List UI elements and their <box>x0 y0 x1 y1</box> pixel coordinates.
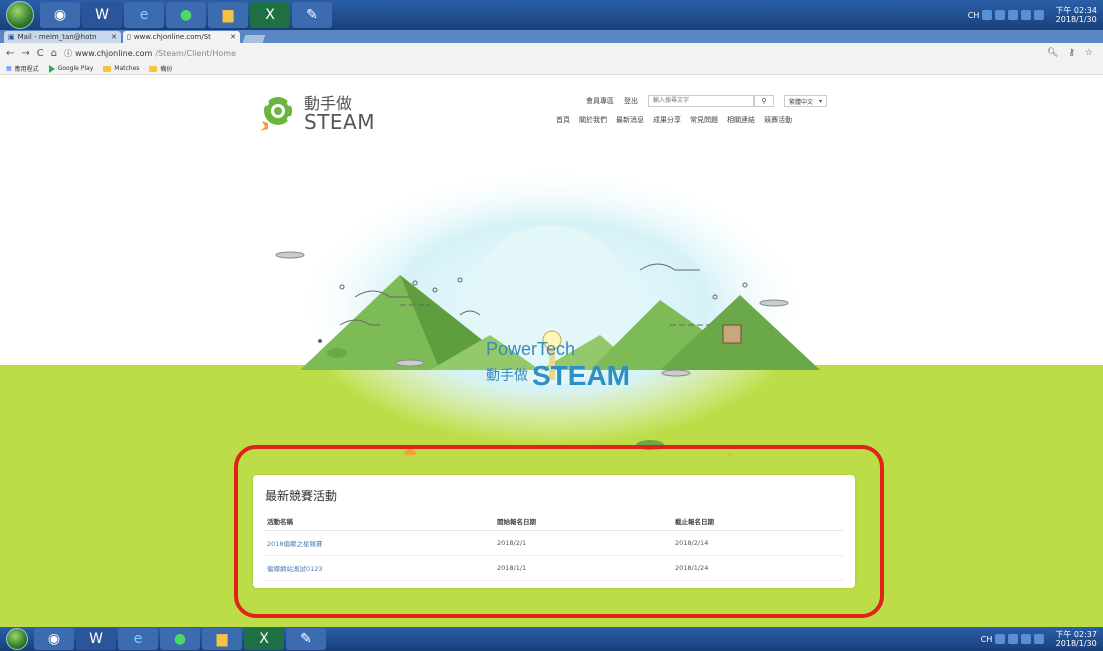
bookmark-label: 應用程式 <box>14 66 39 73</box>
tray-icon[interactable] <box>982 10 993 20</box>
page-icon: ▯ <box>127 33 131 41</box>
folder-icon <box>149 65 158 72</box>
tray-icon[interactable] <box>995 10 1006 20</box>
volume-icon[interactable] <box>1034 10 1045 20</box>
line-icon[interactable]: ● <box>160 628 200 650</box>
logo-line2: STEAM <box>304 109 375 134</box>
site-header-nav: 會員專區 登出 ⚲ 繁體中文 ▾ 首頁 關於我們 最新消息 成果分享 常見問題 … <box>556 95 828 124</box>
language-label: 繁體中文 <box>789 98 814 106</box>
nav-links[interactable]: 相關連結 <box>727 115 755 125</box>
language-select[interactable]: 繁體中文 ▾ <box>784 95 828 107</box>
nav-about[interactable]: 關於我們 <box>579 115 607 125</box>
address-bar[interactable]: ⓘ www.chjonline.com/Steam/Client/Home <box>64 48 236 59</box>
paint-icon[interactable]: ✎ <box>286 628 326 650</box>
nav-faq[interactable]: 常見問題 <box>690 115 718 125</box>
system-tray: CH 下午 02:37 2018/1/30 <box>981 630 1103 648</box>
nav-results[interactable]: 成果分享 <box>653 115 681 125</box>
zoom-icon[interactable]: 🔍︎ <box>1047 48 1058 58</box>
tab-favicon-icon: ▣ <box>8 33 15 41</box>
tab-chjonline[interactable]: ▯ www.chjonline.com/St ✕ <box>123 31 240 43</box>
nav-home[interactable]: 首頁 <box>556 115 570 125</box>
taskbar-top: ◉ W e ● ▆ X ✎ CH 下午 02:34 2018/1/30 <box>0 0 1103 30</box>
clock[interactable]: 下午 02:37 2018/1/30 <box>1055 630 1097 648</box>
clock-date: 2018/1/30 <box>1055 639 1097 648</box>
ie-icon[interactable]: e <box>124 2 164 28</box>
clock[interactable]: 下午 02:34 2018/1/30 <box>1055 6 1097 24</box>
clock-date: 2018/1/30 <box>1055 15 1097 24</box>
clock-time: 下午 02:37 <box>1055 630 1097 639</box>
apps-icon: ▦ <box>6 65 12 72</box>
back-icon[interactable]: ← <box>6 48 14 59</box>
start-button[interactable] <box>6 628 28 650</box>
tray-icon[interactable] <box>1008 634 1019 644</box>
system-tray: CH 下午 02:34 2018/1/30 <box>968 6 1103 24</box>
bookmark-backup[interactable]: 備份 <box>149 64 172 73</box>
forward-icon[interactable]: → <box>21 48 29 59</box>
chrome-icon[interactable]: ◉ <box>34 628 74 650</box>
ie-icon[interactable]: e <box>118 628 158 650</box>
bookmark-label: Matches <box>114 65 140 72</box>
chrome-icon[interactable]: ◉ <box>40 2 80 28</box>
excel-icon[interactable]: X <box>244 628 284 650</box>
hero-powertech: PowerTech <box>486 339 575 359</box>
taskbar-bottom: ◉ W e ● ▆ X ✎ CH 下午 02:37 2018/1/30 <box>0 627 1103 651</box>
browser-tabbar: ▣ Mail - meim_tan@hotn ✕ ▯ www.chjonline… <box>0 30 1103 43</box>
bookmarks-bar: ▦ 應用程式 Google Play Matches 備份 <box>0 63 1103 75</box>
new-tab-button[interactable] <box>242 35 266 43</box>
info-icon[interactable]: ⓘ <box>64 48 72 59</box>
hero-illustration: PowerTech 動手做 STEAM <box>275 165 820 455</box>
line-icon[interactable]: ● <box>166 2 206 28</box>
tab-label: Mail - meim_tan@hotn <box>17 33 97 41</box>
folder-icon[interactable]: ▆ <box>202 628 242 650</box>
star-icon[interactable]: ☆ <box>1085 48 1093 58</box>
highlight-annotation <box>234 445 884 618</box>
folder-icon <box>103 65 112 72</box>
bookmark-matches[interactable]: Matches <box>103 65 139 72</box>
logo-line1: 動手做 <box>304 93 353 113</box>
nav-contests[interactable]: 競賽活動 <box>764 115 792 125</box>
close-icon[interactable]: ✕ <box>111 33 117 41</box>
start-button[interactable] <box>6 1 34 29</box>
site-logo[interactable]: 動手做 STEAM <box>256 93 375 133</box>
tray-lang[interactable]: CH <box>968 11 980 20</box>
tab-mail[interactable]: ▣ Mail - meim_tan@hotn ✕ <box>4 31 121 43</box>
tray-icon[interactable] <box>995 634 1006 644</box>
home-icon[interactable]: ⌂ <box>51 48 57 59</box>
gear-logo-icon <box>260 97 293 131</box>
hero-dongshouzuo: 動手做 <box>486 367 528 383</box>
url-host: www.chjonline.com <box>75 48 153 58</box>
nav-member[interactable]: 會員專區 <box>586 96 614 106</box>
clock-time: 下午 02:34 <box>1055 6 1097 15</box>
browser-toolbar: ← → C ⌂ ⓘ www.chjonline.com/Steam/Client… <box>0 43 1103 63</box>
nav-news[interactable]: 最新消息 <box>616 115 644 125</box>
tray-icon[interactable] <box>1021 634 1032 644</box>
search-input[interactable] <box>648 95 754 107</box>
hero-steam: STEAM <box>532 360 630 391</box>
search-icon[interactable]: ⚲ <box>754 95 774 107</box>
bookmark-apps[interactable]: ▦ 應用程式 <box>6 64 39 73</box>
nav-logout[interactable]: 登出 <box>624 96 638 106</box>
bookmark-google-play[interactable]: Google Play <box>48 64 94 73</box>
key-icon[interactable]: ⚷ <box>1068 48 1075 58</box>
bookmark-label: Google Play <box>57 65 94 72</box>
word-icon[interactable]: W <box>82 2 122 28</box>
close-icon[interactable]: ✕ <box>230 33 236 41</box>
word-icon[interactable]: W <box>76 628 116 650</box>
folder-icon[interactable]: ▆ <box>208 2 248 28</box>
bookmark-label: 備份 <box>160 66 173 73</box>
tray-lang[interactable]: CH <box>981 635 993 644</box>
excel-icon[interactable]: X <box>250 2 290 28</box>
google-play-icon <box>48 64 55 73</box>
tab-label: www.chjonline.com/St <box>133 33 211 41</box>
volume-icon[interactable] <box>1034 634 1045 644</box>
reload-icon[interactable]: C <box>37 48 44 59</box>
url-path: /Steam/Client/Home <box>155 48 236 58</box>
caret-down-icon: ▾ <box>819 97 823 105</box>
tray-icon[interactable] <box>1008 10 1019 20</box>
tray-icon[interactable] <box>1021 10 1032 20</box>
paint-icon[interactable]: ✎ <box>292 2 332 28</box>
